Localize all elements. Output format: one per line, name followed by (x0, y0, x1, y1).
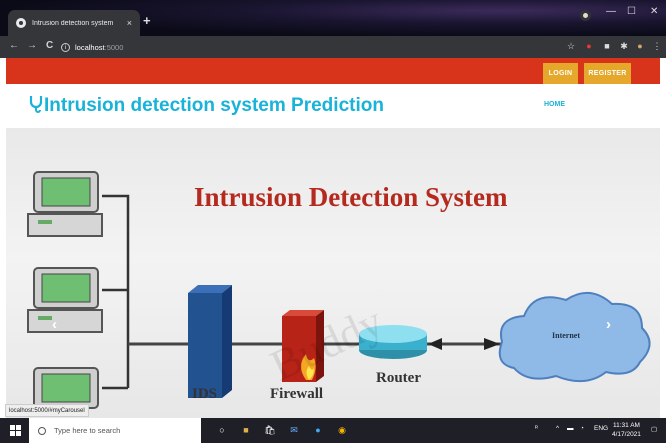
notification-icon[interactable]: ▢ (651, 425, 657, 433)
carousel: Buddy Intrusion Detection System IDS Fir… (6, 128, 660, 418)
web-page: LOGIN REGISTER Intrusion detection syste… (0, 58, 666, 418)
browser-tab[interactable]: Intrusion detection system × (8, 10, 140, 36)
url-field[interactable]: i localhost:5000 (61, 39, 551, 55)
puzzle-icon[interactable]: ✱ (619, 41, 629, 52)
router-label: Router (376, 370, 421, 386)
clock-date: 4/17/2021 (612, 431, 641, 438)
nav-home-link[interactable]: HOME (544, 101, 565, 108)
task-view-icon[interactable]: ○ (216, 424, 228, 436)
taskbar-search-box[interactable]: Type here to search (29, 418, 201, 443)
url-port: :5000 (104, 42, 124, 52)
new-tab-button[interactable]: + (143, 13, 151, 28)
firewall-label: Firewall (270, 386, 324, 402)
computer-icon-1 (27, 171, 103, 237)
menu-icon[interactable]: ⋮ (652, 41, 662, 52)
store-icon[interactable]: 🛍 (264, 424, 276, 436)
stethoscope-icon (29, 96, 43, 113)
navbar: Intrusion detection system Prediction HO… (6, 84, 660, 128)
extension-square-icon[interactable]: ■ (602, 41, 612, 52)
brand-title[interactable]: Intrusion detection system Prediction (28, 95, 384, 117)
windows-start-icon[interactable] (10, 425, 21, 436)
site-info-icon[interactable]: i (61, 42, 70, 52)
browser-title-bar: Intrusion detection system × + — ☐ ✕ (0, 0, 666, 36)
reload-button[interactable]: C (46, 40, 53, 51)
close-window-button[interactable]: ✕ (650, 6, 658, 17)
bookmark-star-icon[interactable]: ☆ (566, 41, 576, 52)
status-bar-url: localhost:5000/#myCarousel (5, 404, 89, 417)
chrome-icon[interactable]: ◉ (336, 424, 348, 436)
maximize-button[interactable]: ☐ (627, 6, 636, 17)
back-button[interactable]: ← (9, 40, 19, 51)
taskbar: Type here to search ○ ■ 🛍 ✉ ● ◉ ᴿ ^ ▬ ◔ … (0, 418, 666, 443)
profile-avatar-icon[interactable]: ● (635, 41, 645, 52)
people-icon[interactable]: ᴿ (535, 425, 538, 432)
url-host: localhost (75, 42, 105, 52)
clock[interactable]: 11:31 AM 4/17/2021 (612, 421, 641, 439)
login-button[interactable]: LOGIN (543, 63, 578, 84)
slide-title: Intrusion Detection System (194, 182, 508, 212)
clock-time: 11:31 AM (612, 422, 640, 429)
forward-button[interactable]: → (27, 40, 37, 51)
search-icon (38, 426, 46, 435)
ids-server-icon (188, 285, 232, 398)
carousel-prev-button[interactable]: ‹ (52, 316, 57, 333)
tab-title: Intrusion detection system (32, 19, 114, 27)
wifi-icon[interactable]: ◔ (580, 425, 584, 432)
ids-diagram (27, 171, 651, 409)
internet-label: Internet (552, 331, 580, 340)
computer-icon-2 (27, 267, 103, 333)
tray-chevron-icon[interactable]: ^ (556, 425, 559, 432)
file-explorer-icon[interactable]: ■ (240, 424, 252, 436)
computer-icon-3 (33, 367, 99, 409)
register-button[interactable]: REGISTER (584, 63, 631, 84)
extension-icon[interactable] (580, 10, 591, 21)
tab-close-icon[interactable]: × (127, 18, 132, 28)
ids-label: IDS (192, 386, 218, 402)
language-indicator[interactable]: ENG (594, 425, 608, 432)
globe-icon (16, 18, 26, 28)
battery-icon[interactable]: ▬ (567, 425, 574, 432)
search-placeholder: Type here to search (54, 426, 121, 435)
adblock-icon[interactable]: ● (584, 41, 594, 52)
address-bar: ← → C i localhost:5000 ☆ ● ■ ✱ ● ⋮ (0, 36, 666, 58)
carousel-next-button[interactable]: › (606, 316, 611, 333)
minimize-button[interactable]: — (606, 6, 616, 17)
brand-text: Intrusion detection system Prediction (44, 95, 384, 116)
mail-icon[interactable]: ✉ (288, 424, 300, 436)
edge-icon[interactable]: ● (312, 424, 324, 436)
